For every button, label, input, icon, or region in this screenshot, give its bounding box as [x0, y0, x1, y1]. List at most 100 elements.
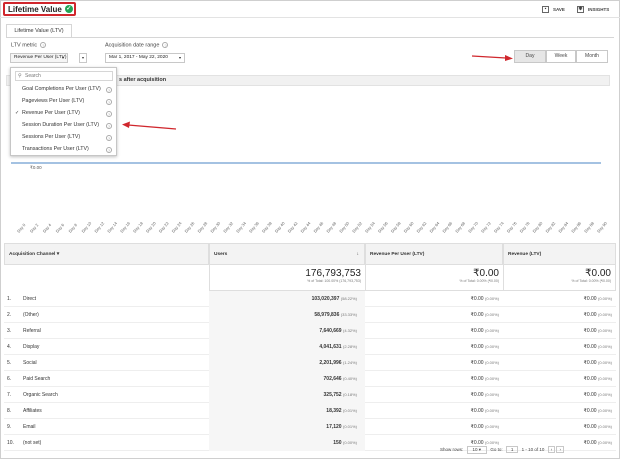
row-index: 10. [7, 440, 14, 446]
granularity-month[interactable]: Month [576, 50, 608, 63]
help-icon[interactable]: ? [106, 146, 112, 153]
channel-link[interactable]: Organic Search [23, 387, 58, 403]
report-title: Lifetime Value [8, 4, 62, 14]
ltv-metric-select[interactable]: Revenue Per User (LTV) ▾ [10, 53, 68, 63]
revenue-per-user-value: ₹0.00 (0.00%) [470, 312, 499, 318]
col-header-revenue-per-user[interactable]: Revenue Per User (LTV) [365, 243, 503, 265]
users-value: 150 (0.00%) [333, 440, 357, 446]
row-index: 5. [7, 360, 12, 366]
dropdown-item-session-duration[interactable]: Session Duration Per User (LTV)? [11, 120, 116, 131]
x-tick-label: Day 64 [428, 220, 440, 234]
date-range-select[interactable]: Mar 1, 2017 - May 22, 2020 ▾ [105, 53, 185, 63]
x-tick-label: Day 8 [67, 222, 78, 234]
dropdown-item-revenue[interactable]: ✓ Revenue Per User (LTV)? [11, 108, 116, 119]
prev-page-button[interactable]: ‹ [547, 446, 556, 453]
channel-link[interactable]: Direct [23, 291, 36, 307]
row-index: 7. [7, 392, 12, 398]
x-tick-label: Day 66 [441, 220, 453, 234]
granularity-day[interactable]: Day [514, 50, 546, 63]
insights-icon: ✱ [577, 5, 584, 13]
save-label: SAVE [553, 6, 565, 12]
users-value: 17,120 (0.01%) [326, 424, 357, 430]
help-icon[interactable]: ? [106, 134, 112, 141]
channel-link[interactable]: Referral [23, 323, 41, 339]
users-value: 325,752 (0.18%) [323, 392, 357, 398]
annotation-arrow-metric [122, 121, 177, 130]
revenue-per-user-value: ₹0.00 (0.00%) [470, 376, 499, 382]
users-value: 7,640,669 (4.32%) [319, 328, 357, 334]
check-circle-icon: ✓ [64, 5, 73, 13]
x-tick-label: Day 72 [480, 220, 492, 234]
channel-link[interactable]: Paid Search [23, 371, 50, 387]
x-tick-label: Day 18 [132, 220, 144, 234]
save-button[interactable]: ▪ SAVE [542, 4, 565, 14]
row-index: 4. [7, 344, 12, 350]
x-tick-label: Day 34 [235, 220, 247, 234]
report-title-box: Lifetime Value ✓ [3, 2, 76, 16]
users-value: 58,979,836 (33.33%) [314, 312, 357, 318]
users-value: 4,041,631 (2.28%) [319, 344, 357, 350]
row-index: 8. [7, 408, 12, 414]
granularity-week[interactable]: Week [546, 50, 576, 63]
channel-link[interactable]: (not set) [23, 435, 41, 451]
help-icon[interactable]: ? [106, 122, 112, 129]
table-footer: Show rows: 10 ▾ Go to: 1 1 - 10 of 10 ‹ … [440, 446, 564, 454]
x-tick-label: Day 60 [403, 220, 415, 234]
table-row: 1. Direct 103,020,397 (58.22%) ₹0.00 (0.00%… [4, 291, 616, 307]
x-tick-label: Day 62 [415, 220, 427, 234]
x-tick-label: Day 68 [454, 220, 466, 234]
channel-link[interactable]: Social [23, 355, 37, 371]
tab-lifetime-value[interactable]: Lifetime Value (LTV) [6, 24, 72, 37]
search-icon: ⚲ [18, 73, 22, 79]
help-icon[interactable]: ? [162, 42, 169, 48]
col-header-revenue[interactable]: Revenue (LTV) [503, 243, 616, 265]
help-icon[interactable]: ? [40, 42, 47, 48]
caret-down-icon: ▾ [61, 55, 64, 60]
dropdown-search-input[interactable]: ⚲ Search [15, 71, 113, 81]
x-tick-label: Day 6 [55, 222, 66, 234]
goto-page-input[interactable]: 1 [505, 446, 519, 453]
checkmark-icon: ✓ [15, 110, 20, 116]
next-page-button[interactable]: › [556, 446, 564, 453]
help-icon[interactable]: ? [106, 86, 112, 93]
channel-link[interactable]: Affiliates [23, 403, 42, 419]
x-tick-label: Day 80 [531, 220, 543, 234]
insights-button[interactable]: ✱ INSIGHTS [577, 4, 609, 14]
tab-divider [6, 37, 614, 38]
metric-compare-button[interactable]: ▾ [79, 53, 87, 63]
show-rows-select[interactable]: 10 ▾ [466, 446, 488, 454]
x-tick-label: Day 74 [493, 220, 505, 234]
revenue-per-user-value: ₹0.00 (0.00%) [470, 360, 499, 366]
x-tick-label: Day 0 [16, 222, 27, 234]
row-index: 2. [7, 312, 12, 318]
x-tick-label: Day 28 [196, 220, 208, 234]
help-icon[interactable]: ? [106, 98, 112, 105]
help-icon[interactable]: ? [106, 110, 112, 117]
x-tick-label: Day 38 [261, 220, 273, 234]
x-tick-label: Day 76 [506, 220, 518, 234]
x-tick-label: Day 58 [390, 220, 402, 234]
col-header-users[interactable]: Users ↓ [209, 243, 365, 265]
channel-link[interactable]: Display [23, 339, 39, 355]
revenue-per-user-value: ₹0.00 (0.00%) [470, 328, 499, 334]
users-value: 18,392 (0.01%) [326, 408, 357, 414]
revenue-value: ₹0.00 (0.00%) [583, 408, 612, 414]
table-row: 5. Social 2,201,996 (1.24%) ₹0.00 (0.00%) ₹0… [4, 355, 616, 371]
dropdown-item-goal-completions[interactable]: Goal Completions Per User (LTV)? [11, 84, 116, 95]
col-header-channel[interactable]: Acquisition Channel ▾ [4, 243, 209, 265]
revenue-value: ₹0.00 (0.00%) [583, 296, 612, 302]
channel-link[interactable]: (Other) [23, 307, 39, 323]
revenue-per-user-value: ₹0.00 (0.00%) [470, 392, 499, 398]
x-tick-label: Day 50 [338, 220, 350, 234]
users-value: 103,020,397 (58.22%) [311, 296, 357, 302]
revenue-value: ₹0.00 (0.00%) [583, 376, 612, 382]
ltv-metric-dropdown: ⚲ Search Goal Completions Per User (LTV)… [10, 67, 117, 156]
dropdown-item-pageviews[interactable]: Pageviews Per User (LTV)? [11, 96, 116, 107]
table-row: 4. Display 4,041,631 (2.28%) ₹0.00 (0.00%) ₹… [4, 339, 616, 355]
table-row: 6. Paid Search 702,646 (0.40%) ₹0.00 (0.00%… [4, 371, 616, 387]
x-tick-label: Day 36 [248, 220, 260, 234]
channel-link[interactable]: Email [23, 419, 36, 435]
x-tick-label: Day 82 [544, 220, 556, 234]
dropdown-item-transactions[interactable]: Transactions Per User (LTV)? [11, 144, 116, 155]
dropdown-item-sessions[interactable]: Sessions Per User (LTV)? [11, 132, 116, 143]
